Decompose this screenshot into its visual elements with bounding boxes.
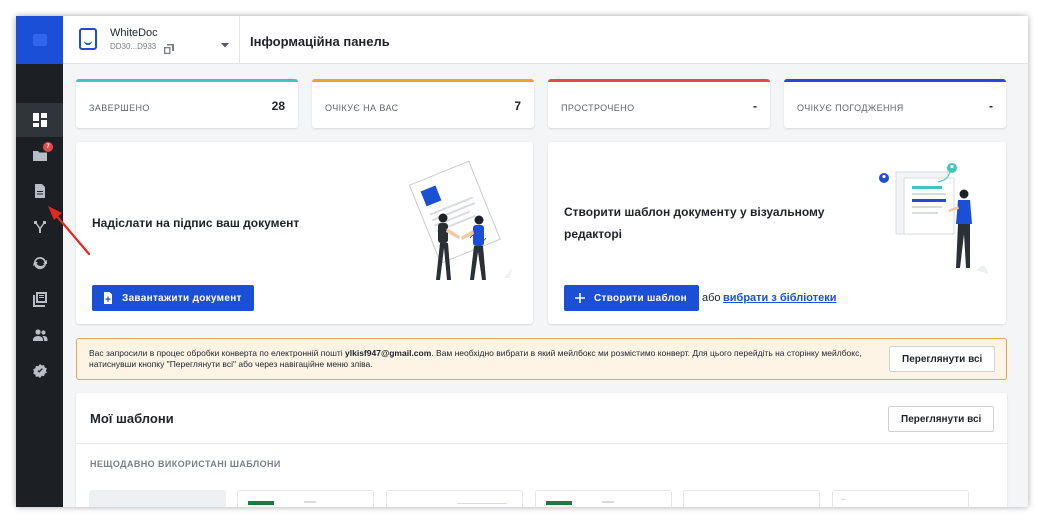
workspace-name: WhiteDoc xyxy=(110,27,158,39)
plus-icon xyxy=(574,292,586,304)
stat-card-awaiting-approval[interactable]: ОЧІКУЄ ПОГОДЖЕННЯ - xyxy=(784,79,1006,128)
document-icon xyxy=(34,184,45,198)
app-window: 7 WhiteDoc DD30...D933 Інформаційна пане… xyxy=(16,16,1028,507)
stat-card-awaiting-you[interactable]: ОЧІКУЄ НА ВАС 7 xyxy=(312,79,534,128)
upload-card-title: Надіслати на підпис ваш документ xyxy=(92,216,300,230)
sidebar-item-settings[interactable] xyxy=(16,354,63,388)
mailbox-invite-notice: Вас запросили в процес обробки конверта … xyxy=(76,338,1007,380)
or-text: або xyxy=(702,292,721,304)
thumbnail-line xyxy=(457,503,507,504)
upload-file-icon xyxy=(102,292,114,304)
template-thumbnail[interactable] xyxy=(237,490,374,507)
sync-icon xyxy=(32,256,47,270)
thumbnail-line xyxy=(841,499,845,500)
my-templates-title: Мої шаблони xyxy=(90,411,174,426)
chevron-down-icon[interactable] xyxy=(220,36,230,48)
notice-view-all-button[interactable]: Переглянути всі xyxy=(889,346,996,372)
templates-view-all-button[interactable]: Переглянути всі xyxy=(888,406,995,432)
template-thumbnail[interactable] xyxy=(89,490,226,507)
recent-templates-label: НЕЩОДАВНО ВИКОРИСТАНІ ШАБЛОНИ xyxy=(90,459,281,469)
stat-value: - xyxy=(989,99,993,113)
template-thumbnail[interactable] xyxy=(832,490,969,507)
library-icon xyxy=(32,292,47,307)
sidebar-item-documents[interactable] xyxy=(16,174,63,208)
notice-text-before: Вас запросили в процес обробки конверта … xyxy=(89,348,346,358)
sidebar-item-users[interactable] xyxy=(16,318,63,352)
stat-card-overdue[interactable]: ПРОСТРОЧЕНО - xyxy=(548,79,770,128)
stat-label: ОЧІКУЄ НА ВАС xyxy=(325,103,399,113)
copy-id-icon[interactable] xyxy=(164,41,174,54)
create-template-button[interactable]: Створити шаблон xyxy=(564,285,700,311)
workspace-id: DD30...D933 xyxy=(110,42,157,51)
signing-handshake-illustration xyxy=(408,160,512,280)
workspace-logo-icon xyxy=(79,28,97,50)
top-header: WhiteDoc DD30...D933 Інформаційна панель xyxy=(63,16,1028,64)
sidebar-item-workflows[interactable] xyxy=(16,210,63,244)
dashboard-icon xyxy=(32,113,47,127)
upload-document-card: Надіслати на підпис ваш документ Заванта… xyxy=(76,142,533,324)
workflow-fork-icon xyxy=(33,221,46,233)
sidebar: 7 xyxy=(16,16,63,507)
stat-label: ПРОСТРОЧЕНО xyxy=(561,103,635,113)
template-card-title-line1: Створити шаблон документу у візуальному xyxy=(564,205,825,219)
workspace-switcher[interactable]: WhiteDoc DD30...D933 xyxy=(63,16,240,64)
template-card-title-line2: редакторі xyxy=(564,227,623,241)
mailbox-count-badge: 7 xyxy=(43,142,53,152)
page-title: Інформаційна панель xyxy=(250,34,390,49)
sidebar-item-sync[interactable] xyxy=(16,246,63,280)
section-divider xyxy=(76,443,1007,444)
stat-value: 28 xyxy=(271,99,285,113)
stat-label: ЗАВЕРШЕНО xyxy=(89,103,150,113)
thumbnail-header xyxy=(546,501,572,505)
create-template-card: Створити шаблон документу у візуальному … xyxy=(548,142,1006,324)
thumbnail-header xyxy=(248,501,274,505)
stat-card-completed[interactable]: ЗАВЕРШЕНО 28 xyxy=(76,79,298,128)
notice-message: Вас запросили в процес обробки конверта … xyxy=(89,348,869,370)
sidebar-item-library[interactable] xyxy=(16,282,63,316)
notice-email: ylkisf947@gmail.com xyxy=(345,348,432,358)
brand-logo[interactable] xyxy=(16,16,63,64)
users-icon xyxy=(32,329,47,341)
stat-value: - xyxy=(753,99,757,113)
create-template-label: Створити шаблон xyxy=(594,292,688,304)
choose-from-library-link[interactable]: вибрати з бібліотеки xyxy=(723,292,837,304)
upload-document-label: Завантажити документ xyxy=(122,292,242,304)
upload-document-button[interactable]: Завантажити документ xyxy=(92,285,254,311)
settings-icon xyxy=(32,364,47,378)
sidebar-item-mailbox[interactable]: 7 xyxy=(16,138,63,172)
my-templates-section: Мої шаблони Переглянути всі НЕЩОДАВНО ВИ… xyxy=(76,393,1007,507)
stat-value: 7 xyxy=(514,99,521,113)
template-editor-illustration xyxy=(879,163,988,274)
stat-label: ОЧІКУЄ ПОГОДЖЕННЯ xyxy=(797,103,904,113)
template-thumbnail[interactable] xyxy=(535,490,672,507)
thumbnail-line xyxy=(602,501,614,503)
sidebar-item-dashboard[interactable] xyxy=(16,103,63,137)
thumbnail-line xyxy=(304,501,316,503)
logo-icon xyxy=(32,34,47,46)
template-thumbnail[interactable] xyxy=(683,490,820,507)
template-thumbnail[interactable] xyxy=(386,490,523,507)
